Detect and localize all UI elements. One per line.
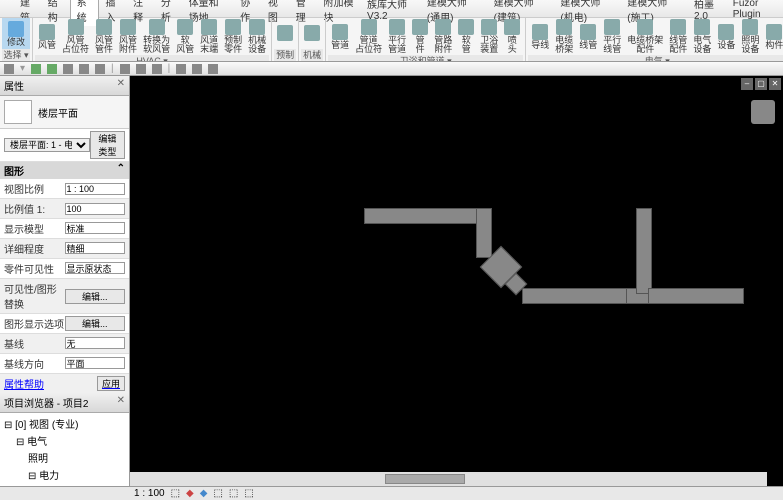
ribbon-button[interactable]: 构件	[762, 18, 783, 55]
text-icon[interactable]	[136, 64, 146, 74]
maximize-icon[interactable]: ▢	[755, 78, 767, 90]
view-cube[interactable]	[751, 100, 775, 124]
status-icon[interactable]: ◆	[200, 488, 208, 499]
ribbon-button[interactable]: 软 管	[455, 18, 477, 55]
left-panel: 属性✕ 楼层平面 楼层平面: 1 - 电力编辑类型 图形⌃ 视图比例比例值 1:…	[0, 76, 130, 486]
ribbon-button[interactable]: 预制 零件	[221, 18, 245, 55]
ribbon-button[interactable]: 设备	[714, 18, 738, 55]
type-name: 楼层平面	[38, 105, 78, 120]
minimize-icon[interactable]: –	[741, 78, 753, 90]
ribbon-panel: 修改选择 ▾ 风管风管 占位符风管 管件风管 附件转换为 软风管软 风管风道 末…	[0, 18, 783, 62]
apply-button[interactable]: 应用	[97, 376, 125, 391]
ribbon-button[interactable]	[301, 18, 323, 49]
redo-icon[interactable]	[47, 64, 57, 74]
ribbon-button[interactable]: 管路 附件	[431, 18, 455, 55]
ribbon-button[interactable]: 电缆桥架 配件	[624, 18, 666, 55]
instance-selector[interactable]: 楼层平面: 1 - 电力	[4, 138, 90, 152]
horizontal-scrollbar[interactable]	[130, 472, 767, 486]
group-label: 电气 ▾	[528, 55, 783, 62]
property-row[interactable]: 显示模型	[0, 219, 129, 239]
ribbon-button[interactable]: 管道 占位符	[352, 18, 385, 55]
ribbon-button[interactable]: 平行 线管	[600, 18, 624, 55]
ribbon-button[interactable]: 转换为 软风管	[140, 18, 173, 55]
status-icon[interactable]: ⬚	[171, 488, 180, 499]
project-browser-tree[interactable]: ⊟ [0] 视图 (专业)⊟ 电气照明⊟ 电力⊟ 楼层平面1 - 电力2 - 电…	[0, 413, 129, 486]
property-row[interactable]: 比例值 1:	[0, 199, 129, 219]
drawing-canvas[interactable]: – ▢ ✕	[130, 76, 783, 486]
ribbon-button[interactable]	[274, 18, 296, 49]
property-row[interactable]: 基线	[0, 334, 129, 354]
ribbon-button[interactable]: 导线	[528, 18, 552, 55]
ribbon-button[interactable]: 线管	[576, 18, 600, 55]
property-row[interactable]: 图形显示选项编辑...	[0, 314, 129, 334]
status-icon[interactable]: ⬚	[213, 488, 222, 499]
status-icon[interactable]: ◆	[186, 488, 194, 499]
tree-node[interactable]: ⊟ 电气	[2, 432, 127, 449]
type-thumbnail[interactable]	[4, 100, 32, 124]
ribbon-button[interactable]: 风管 管件	[92, 18, 116, 55]
status-icon[interactable]: ⬚	[229, 488, 238, 499]
align-icon[interactable]	[120, 64, 130, 74]
close-icon[interactable]: ✕	[117, 78, 125, 93]
ribbon-button[interactable]: 风管 占位符	[59, 18, 92, 55]
ribbon-tabs: 建筑结构系统插入注释分析体量和场地协作视图管理附加模块族库大师V3.2建模大师 …	[0, 0, 783, 18]
group-label: 机械 ▾	[301, 49, 323, 61]
close-view-icon[interactable]: ✕	[769, 78, 781, 90]
tool-icon[interactable]	[192, 64, 202, 74]
ribbon-button[interactable]: 管 件	[409, 18, 431, 55]
edit-type-button[interactable]: 编辑类型	[90, 131, 125, 159]
print-icon[interactable]	[4, 64, 14, 74]
tool-icon[interactable]	[63, 64, 73, 74]
ribbon-button[interactable]: 软 风管	[173, 18, 197, 55]
ribbon-button[interactable]: 线管 配件	[666, 18, 690, 55]
undo-icon[interactable]	[31, 64, 41, 74]
scale-display[interactable]: 1 : 100	[134, 488, 165, 499]
ribbon-button[interactable]: 风管	[35, 18, 59, 55]
ribbon-button[interactable]: 管道	[328, 18, 352, 55]
properties-title: 属性✕	[0, 76, 129, 96]
modify-button[interactable]: 修改	[2, 18, 30, 49]
status-bar: 1 : 100 ⬚ ◆ ◆ ⬚ ⬚ ⬚	[0, 486, 783, 500]
property-row[interactable]: 基线方向	[0, 354, 129, 374]
properties-help-link[interactable]: 属性帮助	[4, 376, 44, 391]
ribbon-button[interactable]: 电气 设备	[690, 18, 714, 55]
ribbon-button[interactable]: 喷 头	[501, 18, 523, 55]
prop-section[interactable]: 图形⌃	[0, 162, 129, 179]
status-icon[interactable]: ⬚	[244, 488, 253, 499]
measure-icon[interactable]	[152, 64, 162, 74]
property-row[interactable]: 详细程度	[0, 239, 129, 259]
property-row[interactable]: 可见性/图形替换编辑...	[0, 279, 129, 314]
tree-node[interactable]: 照明	[2, 449, 127, 466]
group-label: 预制 ▾	[274, 49, 296, 61]
quick-access-toolbar: ▾ | |	[0, 62, 783, 76]
tool-icon[interactable]	[208, 64, 218, 74]
ribbon-button[interactable]: 卫浴 装置	[477, 18, 501, 55]
tool-icon[interactable]	[79, 64, 89, 74]
group-label: 卫浴和管道 ▾	[328, 55, 523, 62]
tool-icon[interactable]	[95, 64, 105, 74]
arrow-icon[interactable]	[176, 64, 186, 74]
property-row[interactable]: 视图比例	[0, 179, 129, 199]
ribbon-button[interactable]: 照明 设备	[738, 18, 762, 55]
ribbon-button[interactable]: 平行 管道	[385, 18, 409, 55]
group-label: HVAC ▾	[35, 55, 269, 62]
group-label-select: 选择 ▾	[2, 49, 30, 61]
ribbon-button[interactable]: 风管 附件	[116, 18, 140, 55]
browser-title: 项目浏览器 - 项目2✕	[0, 393, 129, 413]
ribbon-button[interactable]: 电缆 桥架	[552, 18, 576, 55]
tree-node[interactable]: ⊟ [0] 视图 (专业)	[2, 415, 127, 432]
ribbon-button[interactable]: 机械 设备	[245, 18, 269, 55]
close-icon[interactable]: ✕	[117, 395, 125, 410]
property-row[interactable]: 零件可见性	[0, 259, 129, 279]
tree-node[interactable]: ⊟ 电力	[2, 466, 127, 483]
ribbon-button[interactable]: 风道 末端	[197, 18, 221, 55]
